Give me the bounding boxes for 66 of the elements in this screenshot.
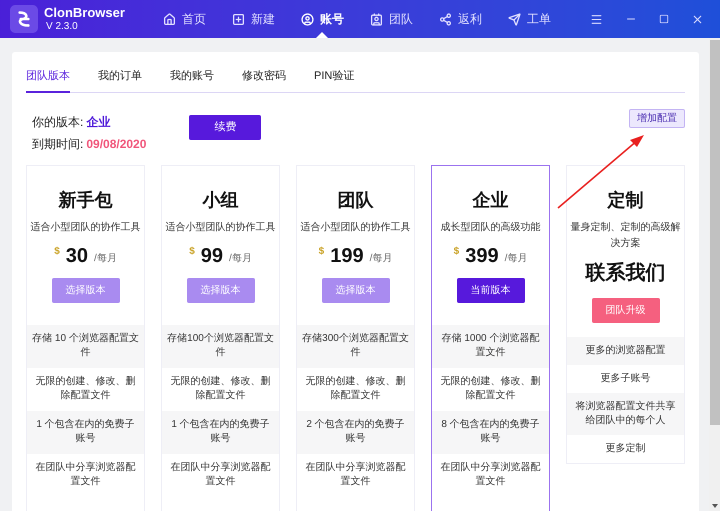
nav-item[interactable]: 新建: [222, 0, 285, 38]
version-label: 你的版本:: [32, 114, 84, 130]
contact-text: 联系我们: [586, 260, 666, 286]
tab[interactable]: 修改密码: [242, 68, 286, 92]
plan-feature: 2 个包含在内的免费子账号: [297, 410, 414, 454]
plan-button[interactable]: 当前版本: [456, 278, 524, 302]
nav-item[interactable]: 团队: [360, 0, 423, 38]
plan-name: 定制: [608, 188, 644, 212]
plan-description: 适合小型团队的协作工具: [164, 220, 276, 234]
currency-sign: $: [54, 244, 60, 258]
version-value: 企业: [86, 114, 110, 130]
plan-feature: 1 个包含在内的免费子账号: [162, 410, 279, 454]
plus-icon: [232, 12, 245, 26]
tab[interactable]: 我的账号: [170, 68, 214, 92]
price-period: /每月: [229, 252, 252, 266]
plan-feature: 存储 10 个浏览器配置文件: [27, 324, 144, 368]
home-icon: [162, 12, 176, 26]
nav-item[interactable]: 工单: [498, 0, 561, 38]
tab[interactable]: 我的订单: [98, 68, 142, 92]
plan-description: 适合小型团队的协作工具: [30, 220, 142, 234]
app-version: V 2.3.0: [46, 20, 79, 34]
nav-item[interactable]: 返利: [428, 0, 492, 38]
currency-sign: $: [318, 244, 324, 258]
renew-button[interactable]: 续费: [189, 114, 262, 140]
plan-price: 399: [465, 244, 499, 268]
close-icon[interactable]: [691, 12, 704, 26]
tab[interactable]: 团队版本: [26, 68, 70, 92]
plan-feature: 存储 1000 个浏览器配置文件: [432, 324, 549, 368]
user-icon: [300, 12, 314, 26]
app-name: ClonBrowser: [44, 4, 125, 21]
maximize-icon[interactable]: [659, 14, 669, 24]
plan-feature: 更多的浏览器配置: [567, 336, 684, 364]
plan-price: 199: [330, 244, 364, 268]
paper-plane-icon: [508, 12, 521, 26]
plan-description: 适合小型团队的协作工具: [300, 220, 412, 234]
currency-sign: $: [454, 244, 460, 258]
share-icon: [438, 12, 452, 26]
scroll-down-icon[interactable]: [712, 504, 718, 508]
logo-icon: [10, 5, 38, 33]
plan-feature: 1 个包含在内的免费子账号: [27, 410, 144, 454]
plan-feature: 存储100个浏览器配置文件: [162, 324, 279, 368]
plan-name: 小组: [202, 188, 238, 212]
currency-sign: $: [189, 244, 195, 258]
tab[interactable]: PIN验证: [314, 68, 354, 92]
plan-price: 99: [200, 244, 224, 268]
plan-name: 企业: [472, 188, 508, 212]
active-indicator: [316, 32, 328, 38]
price-period: /每月: [94, 252, 117, 266]
scrollbar-thumb[interactable]: [710, 40, 720, 425]
plan-name: 团队: [338, 188, 374, 212]
nav-item[interactable]: 首页: [152, 0, 216, 38]
price-period: /每月: [370, 252, 392, 266]
contact-card-icon: [370, 12, 383, 26]
plan-name: 新手包: [58, 188, 112, 212]
add-config-button[interactable]: 增加配置: [629, 108, 685, 128]
plan-description: 成长型团队的高级功能: [440, 220, 542, 234]
menu-icon[interactable]: [590, 12, 603, 26]
expiry-label: 到期时间:: [32, 136, 84, 152]
plan-feature: 将浏览器配置文件共享给团队中的每个人: [567, 392, 684, 434]
plan-feature: 存储300个浏览器配置文件: [297, 324, 414, 368]
plan-price: 30: [66, 244, 88, 268]
plan-feature: 8 个包含在内的免费子账号: [432, 410, 549, 454]
nav-item[interactable]: 账号: [290, 0, 354, 38]
expiry-value: 09/08/2020: [86, 136, 146, 152]
plan-description: 量身定制、定制的高级解决方案: [570, 220, 682, 250]
price-period: /每月: [504, 252, 528, 266]
